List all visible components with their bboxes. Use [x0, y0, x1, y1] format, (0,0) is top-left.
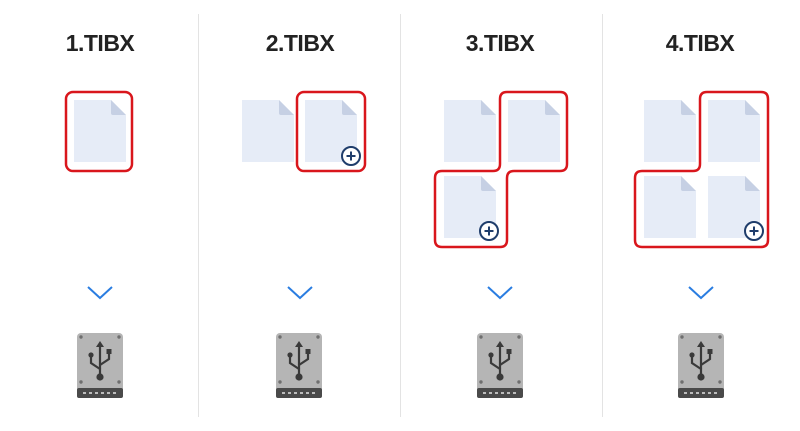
usb-drive-icon	[676, 331, 726, 400]
usb-drive-icon	[274, 331, 324, 400]
backup-chain-diagram	[64, 90, 770, 400]
document-icon	[644, 100, 696, 162]
column-4-files	[633, 90, 770, 249]
usb-drive-icon	[75, 331, 125, 400]
document-icon	[444, 100, 496, 162]
plus-circle-icon	[341, 146, 361, 166]
plus-circle-icon	[479, 221, 499, 241]
document-icon	[242, 100, 294, 162]
chevron-down-icon	[487, 286, 513, 300]
chevron-down-icon	[688, 286, 714, 300]
column-1-files	[64, 90, 134, 173]
column-3-files	[433, 90, 569, 249]
chevron-down-icon	[287, 286, 313, 300]
chevron-down-icon	[87, 286, 113, 300]
usb-drive-icon	[475, 331, 525, 400]
document-icon	[74, 100, 126, 162]
plus-circle-icon	[744, 221, 764, 241]
document-icon	[508, 100, 560, 162]
document-icon	[644, 176, 696, 238]
document-icon	[708, 100, 760, 162]
column-2-files	[242, 90, 367, 173]
